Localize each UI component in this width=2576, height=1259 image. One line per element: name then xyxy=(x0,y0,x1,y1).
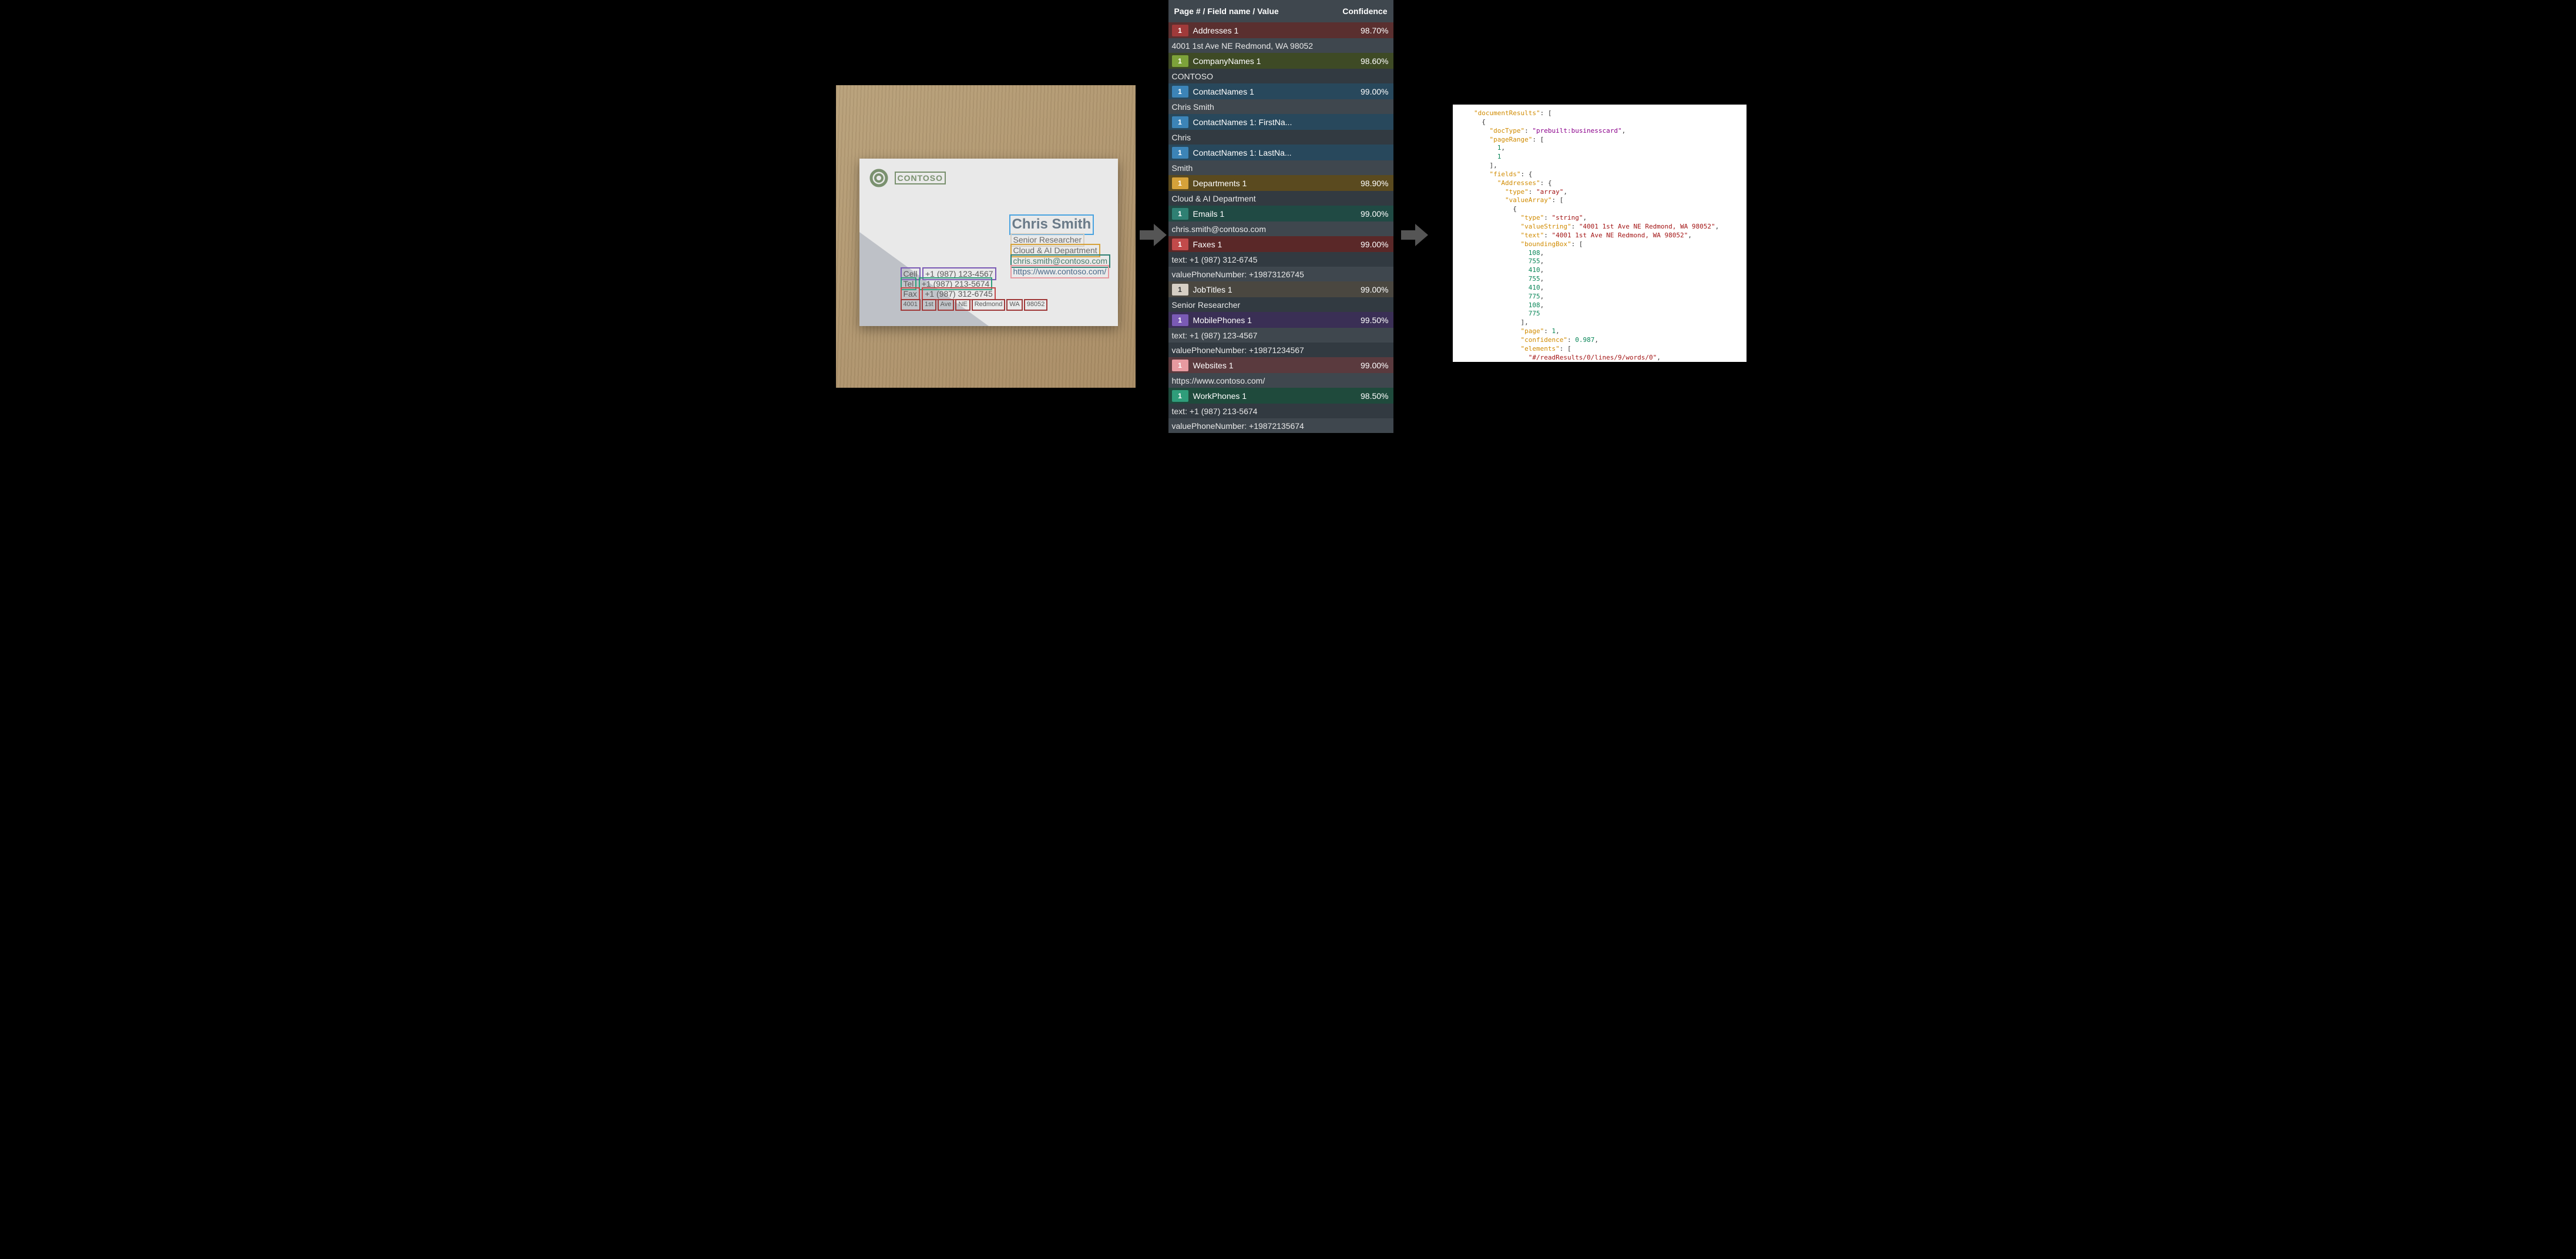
field-row[interactable]: 1 CompanyNames 198.60% xyxy=(1168,53,1393,69)
hl-fax-label: Fax xyxy=(901,287,920,300)
confidence: 99.50% xyxy=(1352,315,1393,325)
page-chip: 1 xyxy=(1172,25,1188,36)
th-left: Page # / Field name / Value xyxy=(1174,6,1279,16)
logo-icon xyxy=(869,168,889,188)
field-name: Websites 1 xyxy=(1193,361,1352,370)
field-name: Faxes 1 xyxy=(1193,240,1352,249)
hl-company: CONTOSO xyxy=(895,172,946,185)
field-value: valuePhoneNumber: +19872135674 xyxy=(1168,418,1393,433)
field-name: Emails 1 xyxy=(1193,209,1352,219)
stage: CONTOSO Chris Smith Senior Researcher Cl… xyxy=(830,0,1747,445)
confidence: 99.00% xyxy=(1352,285,1393,294)
confidence: 98.70% xyxy=(1352,26,1393,35)
hl-addr-part: Ave xyxy=(938,299,955,310)
field-value: text: +1 (987) 213-5674 xyxy=(1168,404,1393,418)
card-photo: CONTOSO Chris Smith Senior Researcher Cl… xyxy=(836,85,1136,388)
business-card: CONTOSO Chris Smith Senior Researcher Cl… xyxy=(859,159,1118,326)
arrow-right-icon xyxy=(1400,220,1429,250)
field-value: Cloud & AI Department xyxy=(1168,191,1393,206)
confidence: 98.60% xyxy=(1352,56,1393,66)
field-row[interactable]: 1 Addresses 198.70% xyxy=(1168,22,1393,38)
hl-addr-part: NE xyxy=(955,299,970,310)
field-value: Chris xyxy=(1168,130,1393,145)
phones-block: Cell +1 (987) 123-4567 Tel +1 (987) 213-… xyxy=(901,269,1048,311)
hl-addr-part: 4001 xyxy=(901,299,921,310)
confidence: 99.00% xyxy=(1352,209,1393,219)
hl-fax: +1 (987) 312-6745 xyxy=(922,287,996,300)
page-chip: 1 xyxy=(1172,147,1188,159)
field-row[interactable]: 1 Websites 199.00% xyxy=(1168,357,1393,373)
confidence: 99.00% xyxy=(1352,240,1393,249)
hl-addr-part: Redmond xyxy=(972,299,1006,310)
field-row[interactable]: 1 Emails 199.00% xyxy=(1168,206,1393,221)
fields-table: Page # / Field name / Value Confidence 1… xyxy=(1168,0,1393,433)
page-chip: 1 xyxy=(1172,239,1188,250)
arrow-right-icon xyxy=(1138,220,1168,250)
confidence: 98.90% xyxy=(1352,179,1393,188)
page-chip: 1 xyxy=(1172,55,1188,67)
page-chip: 1 xyxy=(1172,314,1188,326)
field-value: 4001 1st Ave NE Redmond, WA 98052 xyxy=(1168,38,1393,53)
field-row[interactable]: 1 MobilePhones 199.50% xyxy=(1168,312,1393,328)
field-value: https://www.contoso.com/ xyxy=(1168,373,1393,388)
hl-address: 40011stAveNERedmondWA98052 xyxy=(901,299,1048,310)
confidence: 99.00% xyxy=(1352,361,1393,370)
page-chip: 1 xyxy=(1172,360,1188,371)
page-chip: 1 xyxy=(1172,390,1188,402)
page-chip: 1 xyxy=(1172,116,1188,128)
field-name: WorkPhones 1 xyxy=(1193,391,1352,401)
field-name: ContactNames 1: FirstNa... xyxy=(1193,117,1352,127)
field-row[interactable]: 1 JobTitles 199.00% xyxy=(1168,281,1393,297)
field-row[interactable]: 1 Faxes 199.00% xyxy=(1168,236,1393,252)
hl-addr-part: 98052 xyxy=(1024,299,1048,310)
confidence: 98.50% xyxy=(1352,391,1393,401)
field-value: CONTOSO xyxy=(1168,69,1393,83)
logo-row: CONTOSO xyxy=(869,168,946,188)
table-header: Page # / Field name / Value Confidence xyxy=(1168,0,1393,22)
hl-name: Chris Smith xyxy=(1009,214,1094,235)
field-value: Smith xyxy=(1168,160,1393,175)
field-name: JobTitles 1 xyxy=(1193,285,1352,294)
field-row[interactable]: 1 Departments 198.90% xyxy=(1168,175,1393,191)
field-name: ContactNames 1 xyxy=(1193,87,1352,96)
hl-addr-part: WA xyxy=(1006,299,1022,310)
field-name: ContactNames 1: LastNa... xyxy=(1193,148,1352,157)
page-chip: 1 xyxy=(1172,284,1188,296)
field-value: valuePhoneNumber: +19873126745 xyxy=(1168,267,1393,281)
field-value: Chris Smith xyxy=(1168,99,1393,114)
hl-addr-part: 1st xyxy=(922,299,936,310)
field-row[interactable]: 1 ContactNames 1: LastNa... xyxy=(1168,145,1393,160)
field-name: Addresses 1 xyxy=(1193,26,1352,35)
field-name: Departments 1 xyxy=(1193,179,1352,188)
th-right: Confidence xyxy=(1342,6,1387,16)
confidence: 99.00% xyxy=(1352,87,1393,96)
field-row[interactable]: 1 ContactNames 199.00% xyxy=(1168,83,1393,99)
field-value: text: +1 (987) 123-4567 xyxy=(1168,328,1393,343)
field-row[interactable]: 1 ContactNames 1: FirstNa... xyxy=(1168,114,1393,130)
field-name: CompanyNames 1 xyxy=(1193,56,1352,66)
json-output: "documentResults": [ { "docType": "prebu… xyxy=(1453,105,1747,362)
field-value: valuePhoneNumber: +19871234567 xyxy=(1168,343,1393,357)
page-chip: 1 xyxy=(1172,86,1188,98)
page-chip: 1 xyxy=(1172,177,1188,189)
field-value: text: +1 (987) 312-6745 xyxy=(1168,252,1393,267)
field-value: Senior Researcher xyxy=(1168,297,1393,312)
page-chip: 1 xyxy=(1172,208,1188,220)
field-row[interactable]: 1 WorkPhones 198.50% xyxy=(1168,388,1393,404)
field-name: MobilePhones 1 xyxy=(1193,315,1352,325)
field-value: chris.smith@contoso.com xyxy=(1168,221,1393,236)
